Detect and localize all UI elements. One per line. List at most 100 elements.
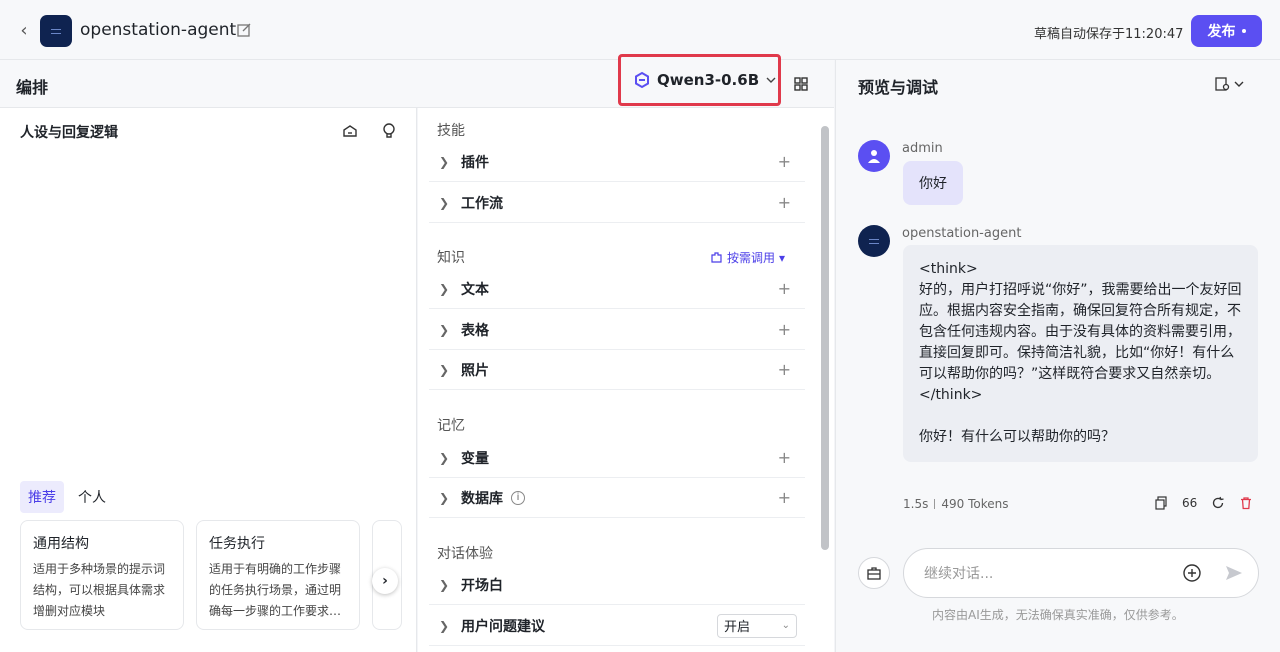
bulb-icon[interactable] xyxy=(380,122,398,140)
message-actions: 66 xyxy=(1154,496,1253,510)
row-workflow[interactable]: ❯ 工作流 + xyxy=(429,183,805,223)
top-bar: ‹ openstation-agent 草稿自动保存于11:20:47 发布 xyxy=(0,0,1280,60)
row-database[interactable]: ❯ 数据库 i + xyxy=(429,478,805,518)
card-desc: 适用于多种场景的提示词结构，可以根据具体需求增删对应模块 xyxy=(33,562,166,618)
chevron-right-icon: ❯ xyxy=(439,195,450,210)
chevron-down-icon xyxy=(766,77,776,83)
section-skills: 技能 xyxy=(437,123,465,139)
autosave-status: 草稿自动保存于11:20:47 xyxy=(1034,27,1184,42)
doc-settings-icon xyxy=(1215,77,1230,91)
plus-icon[interactable]: + xyxy=(778,360,791,379)
qwen-logo-icon xyxy=(635,71,649,89)
on-demand-label: 按需调用 xyxy=(727,251,776,265)
toolbox-button[interactable] xyxy=(858,557,890,589)
history-dropdown[interactable] xyxy=(1214,76,1244,92)
tab-personal[interactable]: 个人 xyxy=(70,481,114,513)
chevron-right-icon: ❯ xyxy=(439,450,450,465)
row-plugins[interactable]: ❯ 插件 + xyxy=(429,142,805,182)
card-title: 通用结构 xyxy=(33,536,89,552)
chat-input[interactable]: 继续对话... xyxy=(903,548,1259,598)
plus-icon[interactable]: + xyxy=(778,279,791,298)
delete-icon[interactable] xyxy=(1239,496,1253,510)
prompt-tabs: 推荐 个人 xyxy=(20,481,114,513)
section-memory: 记忆 xyxy=(437,418,465,434)
row-label: 变量 xyxy=(461,450,489,467)
row-suggestions[interactable]: ❯ 用户问题建议 开启 ⌄ xyxy=(429,606,805,646)
input-placeholder: 继续对话... xyxy=(924,566,994,582)
user-message: 你好 xyxy=(903,161,963,205)
row-table[interactable]: ❯ 表格 + xyxy=(429,310,805,350)
row-label: 数据库 xyxy=(461,490,503,507)
chevron-down-icon: ⌄ xyxy=(781,620,790,631)
on-demand-dropdown[interactable]: 按需调用 ▾ xyxy=(710,249,785,266)
message-meta: 1.5s 490 Tokens xyxy=(903,497,1008,511)
persona-panel: 人设与回复逻辑 推荐 个人 通用结构 适用于多种场景的提示词结构，可以根据具体需… xyxy=(0,108,417,652)
plus-icon[interactable]: + xyxy=(778,448,791,467)
suggestion-select[interactable]: 开启 ⌄ xyxy=(717,613,797,638)
edit-title: 编排 xyxy=(16,78,49,97)
row-label: 表格 xyxy=(461,322,489,339)
avatar xyxy=(858,140,890,172)
row-text[interactable]: ❯ 文本 + xyxy=(429,269,805,309)
row-variables[interactable]: ❯ 变量 + xyxy=(429,438,805,478)
chevron-down-icon xyxy=(1234,81,1244,87)
model-selector[interactable]: Qwen3-0.6B xyxy=(618,54,781,106)
preview-title: 预览与调试 xyxy=(858,78,939,97)
divider xyxy=(934,499,936,509)
token-count: 490 Tokens xyxy=(941,497,1009,511)
prompt-library-icon[interactable] xyxy=(341,122,359,140)
caret-down-icon: ▾ xyxy=(779,250,786,265)
row-label: 照片 xyxy=(461,362,489,379)
section-knowledge: 知识 xyxy=(437,250,465,266)
send-icon[interactable] xyxy=(1224,563,1244,583)
app-name: openstation-agent xyxy=(80,20,237,40)
tab-recommended[interactable]: 推荐 xyxy=(20,481,64,513)
preview-panel: 预览与调试 admin 你好 openstation-agent <think>… xyxy=(835,60,1280,652)
quote-icon[interactable]: 66 xyxy=(1182,496,1197,510)
back-icon[interactable]: ‹ xyxy=(14,20,34,41)
bot-message: <think> 好的，用户打招呼说“你好”，我需要给出一个友好回应。根据内容安全… xyxy=(903,245,1258,462)
plus-icon[interactable]: + xyxy=(778,320,791,339)
chevron-right-icon: ❯ xyxy=(439,322,450,337)
chevron-right-icon: ❯ xyxy=(439,281,450,296)
chevron-right-icon: ❯ xyxy=(439,577,450,592)
model-name: Qwen3-0.6B xyxy=(657,71,760,89)
puzzle-icon xyxy=(711,252,722,263)
card-desc: 适用于有明确的工作步骤的任务执行场景，通过明确每一步骤的工作要求… xyxy=(209,562,342,618)
row-label: 开场白 xyxy=(461,577,503,594)
row-label: 用户问题建议 xyxy=(461,618,545,635)
scrollbar[interactable] xyxy=(820,124,830,652)
app-avatar xyxy=(40,15,72,47)
chevron-right-icon[interactable]: › xyxy=(372,568,398,594)
ai-disclaimer: 内容由AI生成，无法确保真实准确，仅供参考。 xyxy=(932,608,1184,622)
chevron-right-icon: ❯ xyxy=(439,618,450,633)
scrollbar-thumb[interactable] xyxy=(821,126,829,550)
plus-icon[interactable]: + xyxy=(778,193,791,212)
row-label: 工作流 xyxy=(461,195,503,212)
plus-icon[interactable]: + xyxy=(778,488,791,507)
refresh-icon[interactable] xyxy=(1211,496,1225,510)
section-dialog: 对话体验 xyxy=(437,546,493,562)
bot-name: openstation-agent xyxy=(902,226,1022,241)
row-photo[interactable]: ❯ 照片 + xyxy=(429,350,805,390)
row-label: 文本 xyxy=(461,281,489,298)
template-card-general[interactable]: 通用结构 适用于多种场景的提示词结构，可以根据具体需求增删对应模块 xyxy=(20,520,184,630)
persona-title: 人设与回复逻辑 xyxy=(20,125,118,141)
response-time: 1.5s xyxy=(903,497,929,511)
card-title: 任务执行 xyxy=(209,536,265,552)
bot-avatar xyxy=(858,225,890,257)
info-icon[interactable]: i xyxy=(511,490,525,505)
edit-icon[interactable] xyxy=(236,22,252,38)
grid-icon[interactable] xyxy=(793,76,809,92)
publish-button[interactable]: 发布 xyxy=(1191,15,1262,47)
copy-icon[interactable] xyxy=(1154,496,1168,510)
plus-icon[interactable]: + xyxy=(778,152,791,171)
chevron-right-icon: ❯ xyxy=(439,154,450,169)
add-attachment-icon[interactable] xyxy=(1182,563,1202,583)
user-icon xyxy=(868,150,880,163)
chevron-right-icon: ❯ xyxy=(439,362,450,377)
chevron-right-icon: ❯ xyxy=(439,490,450,505)
user-name: admin xyxy=(902,141,943,156)
row-opening[interactable]: ❯ 开场白 xyxy=(429,565,805,605)
template-card-task[interactable]: 任务执行 适用于有明确的工作步骤的任务执行场景，通过明确每一步骤的工作要求… xyxy=(196,520,360,630)
